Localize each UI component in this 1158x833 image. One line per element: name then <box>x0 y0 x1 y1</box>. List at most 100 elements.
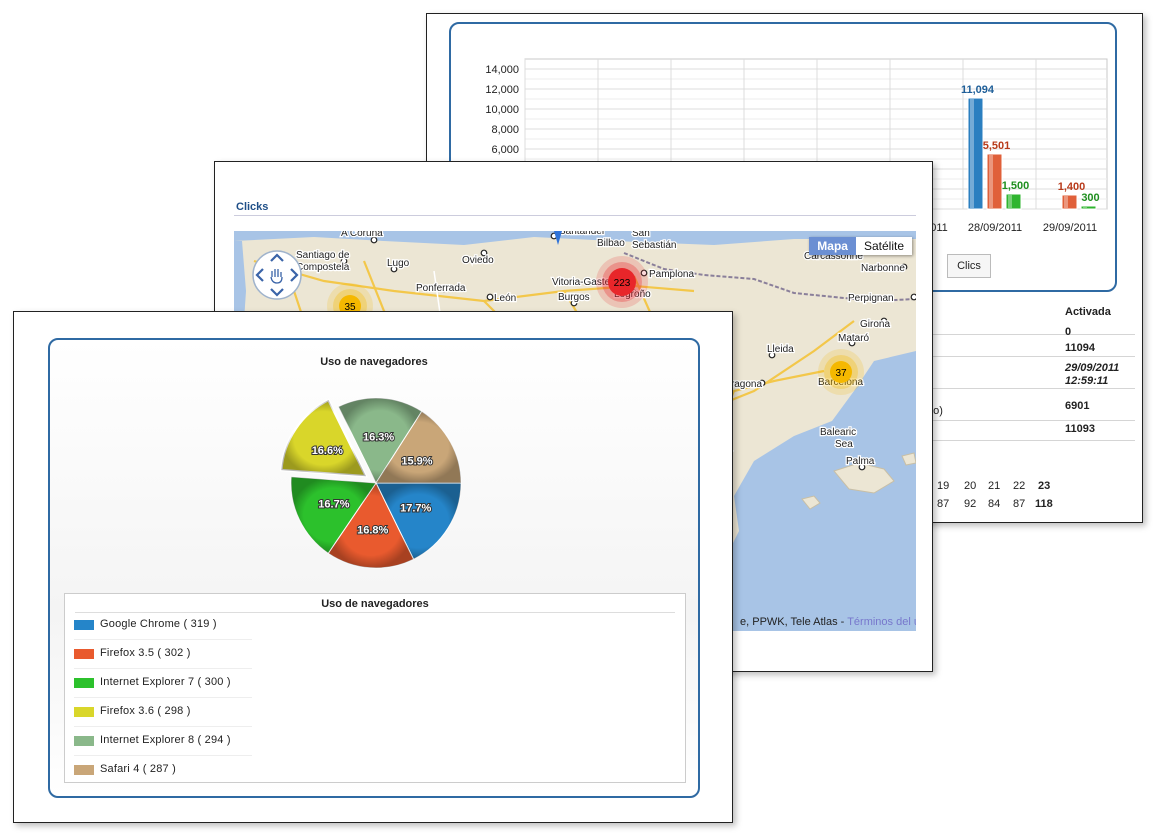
city-label: Balearic <box>820 427 856 438</box>
pie-legend: Uso de navegadores Google Chrome ( 319 )… <box>64 593 686 783</box>
clics-button[interactable]: Clics <box>947 254 991 278</box>
legend-label: Google Chrome ( 319 ) <box>100 618 217 630</box>
bar-highlight <box>1064 196 1068 208</box>
legend-label: Firefox 3.6 ( 298 ) <box>100 705 191 717</box>
stat-value: 11094 <box>1065 342 1095 354</box>
stat-row <box>927 319 1135 335</box>
legend-item-ie7[interactable]: Internet Explorer 7 ( 300 ) <box>74 669 252 698</box>
city-label: Burgos <box>558 292 590 303</box>
day-value: 87 <box>1013 498 1026 510</box>
day-value: 87 <box>937 498 950 510</box>
stat-row <box>927 389 1135 421</box>
legend-swatch <box>74 678 94 688</box>
city-label: Mataró <box>838 333 870 344</box>
legend-label: Internet Explorer 8 ( 294 ) <box>100 734 231 746</box>
day-number: 20 <box>964 480 977 492</box>
terms-link[interactable]: Términos del uso <box>847 616 916 628</box>
city-label: Perpignan <box>848 293 894 304</box>
pie-slice-label: 15.9% <box>401 456 432 468</box>
legend-item-google-chrome[interactable]: Google Chrome ( 319 ) <box>74 611 252 640</box>
y-tick-label: 12,000 <box>485 84 519 96</box>
attribution-text: e, PPWK, Tele Atlas - <box>740 616 848 628</box>
city-label: Oviedo <box>462 255 494 266</box>
bar-highlight <box>970 99 974 208</box>
pie-slice-label: 17.7% <box>400 503 431 515</box>
clicks-section-title: Clicks <box>236 201 269 213</box>
map-view-button[interactable]: Mapa <box>809 237 856 255</box>
city-label: Narbonne <box>861 263 905 274</box>
bar-data-label: 1,500 <box>1002 180 1030 192</box>
city-marker <box>910 293 916 301</box>
legend-swatch <box>74 707 94 717</box>
bar-data-label: 11,094 <box>961 84 995 96</box>
stat-row <box>927 335 1135 357</box>
day-value: 92 <box>964 498 977 510</box>
divider <box>234 215 916 216</box>
pie-slice-label: 16.3% <box>363 431 394 443</box>
city-label: Sebastián <box>632 240 676 251</box>
bar-data-label: 5,501 <box>983 140 1011 152</box>
city-label: Lleida <box>767 344 794 355</box>
y-tick-label: 6,000 <box>491 144 519 156</box>
stat-value: 11093 <box>1065 423 1095 435</box>
city-label: Santander <box>559 231 606 237</box>
browser-usage-card: 17.7% 16.8% 16.7% 16.6% 16.3% 15.9% Uso de na… <box>13 311 733 823</box>
y-tick-label: 10,000 <box>485 104 519 116</box>
satellite-view-button[interactable]: Satélite <box>855 237 912 255</box>
day-number: 23 <box>1038 480 1051 492</box>
day-number: 19 <box>937 480 950 492</box>
cluster-count: 37 <box>835 368 847 379</box>
city-label: San <box>632 231 650 239</box>
legend-item-firefox-3-6[interactable]: Firefox 3.6 ( 298 ) <box>74 698 252 727</box>
day-number: 21 <box>988 480 1001 492</box>
legend-item-safari-4[interactable]: Safari 4 ( 287 ) <box>74 756 252 785</box>
city-label: Compostela <box>296 262 350 273</box>
legend-swatch <box>74 620 94 630</box>
bar-highlight <box>989 154 993 208</box>
pan-control <box>252 250 302 300</box>
map-attribution: e, PPWK, Tele Atlas - Términos del uso <box>740 616 916 628</box>
day-number: 22 <box>1013 480 1026 492</box>
legend-swatch <box>74 765 94 775</box>
activated-column-header: Activada <box>1065 306 1111 318</box>
bar-highlight <box>1083 207 1087 208</box>
cluster-count: 223 <box>614 278 631 289</box>
city-label: Sea <box>835 439 853 450</box>
day-value: 84 <box>988 498 1001 510</box>
pie-slice-label: 16.6% <box>312 445 343 457</box>
bar-data-label: 300 <box>1081 192 1099 204</box>
city-label: León <box>494 293 516 304</box>
browser-pie-chart: 17.7% 16.8% 16.7% 16.6% 16.3% 15.9% <box>279 397 462 569</box>
pie-slice-label: 16.7% <box>318 498 349 510</box>
legend-label: Internet Explorer 7 ( 300 ) <box>100 676 231 688</box>
stat-time-value: 12:59:11 <box>1065 375 1109 387</box>
legend-swatch <box>74 649 94 659</box>
city-label: Santiago de <box>296 250 350 261</box>
y-tick-label: 14,000 <box>485 64 519 76</box>
x-tick-label: 29/09/2011 <box>1043 222 1097 234</box>
stat-value: 6901 <box>1065 400 1090 412</box>
city-label: Pamplona <box>649 269 694 280</box>
legend-item-firefox-3-5[interactable]: Firefox 3.5 ( 302 ) <box>74 640 252 669</box>
pie-chart-title: Uso de navegadores <box>320 356 428 368</box>
city-label: Girona <box>860 319 890 330</box>
legend-title: Uso de navegadores <box>321 598 429 610</box>
pie-chart-panel: 17.7% 16.8% 16.7% 16.6% 16.3% 15.9% Uso de na… <box>48 338 700 798</box>
city-label: Palma <box>846 456 875 467</box>
y-tick-label: 8,000 <box>491 124 519 136</box>
city-label: A Coruña <box>341 231 383 239</box>
map-type-control: Mapa Satélite <box>809 237 912 255</box>
city-label: Bilbao <box>597 238 625 249</box>
legend-label: Firefox 3.5 ( 302 ) <box>100 647 191 659</box>
legend-label: Safari 4 ( 287 ) <box>100 763 176 775</box>
city-label: Lugo <box>387 258 410 269</box>
legend-swatch <box>74 736 94 746</box>
pie-slice-label: 16.8% <box>357 525 388 537</box>
x-tick-label: 28/09/2011 <box>968 222 1022 234</box>
city-marker <box>486 293 494 301</box>
city-label: Ponferrada <box>416 283 466 294</box>
legend-item-ie8[interactable]: Internet Explorer 8 ( 294 ) <box>74 727 252 756</box>
stat-date-value: 29/09/2011 <box>1065 362 1120 374</box>
bar-highlight <box>1008 195 1012 208</box>
stat-row <box>927 421 1135 441</box>
